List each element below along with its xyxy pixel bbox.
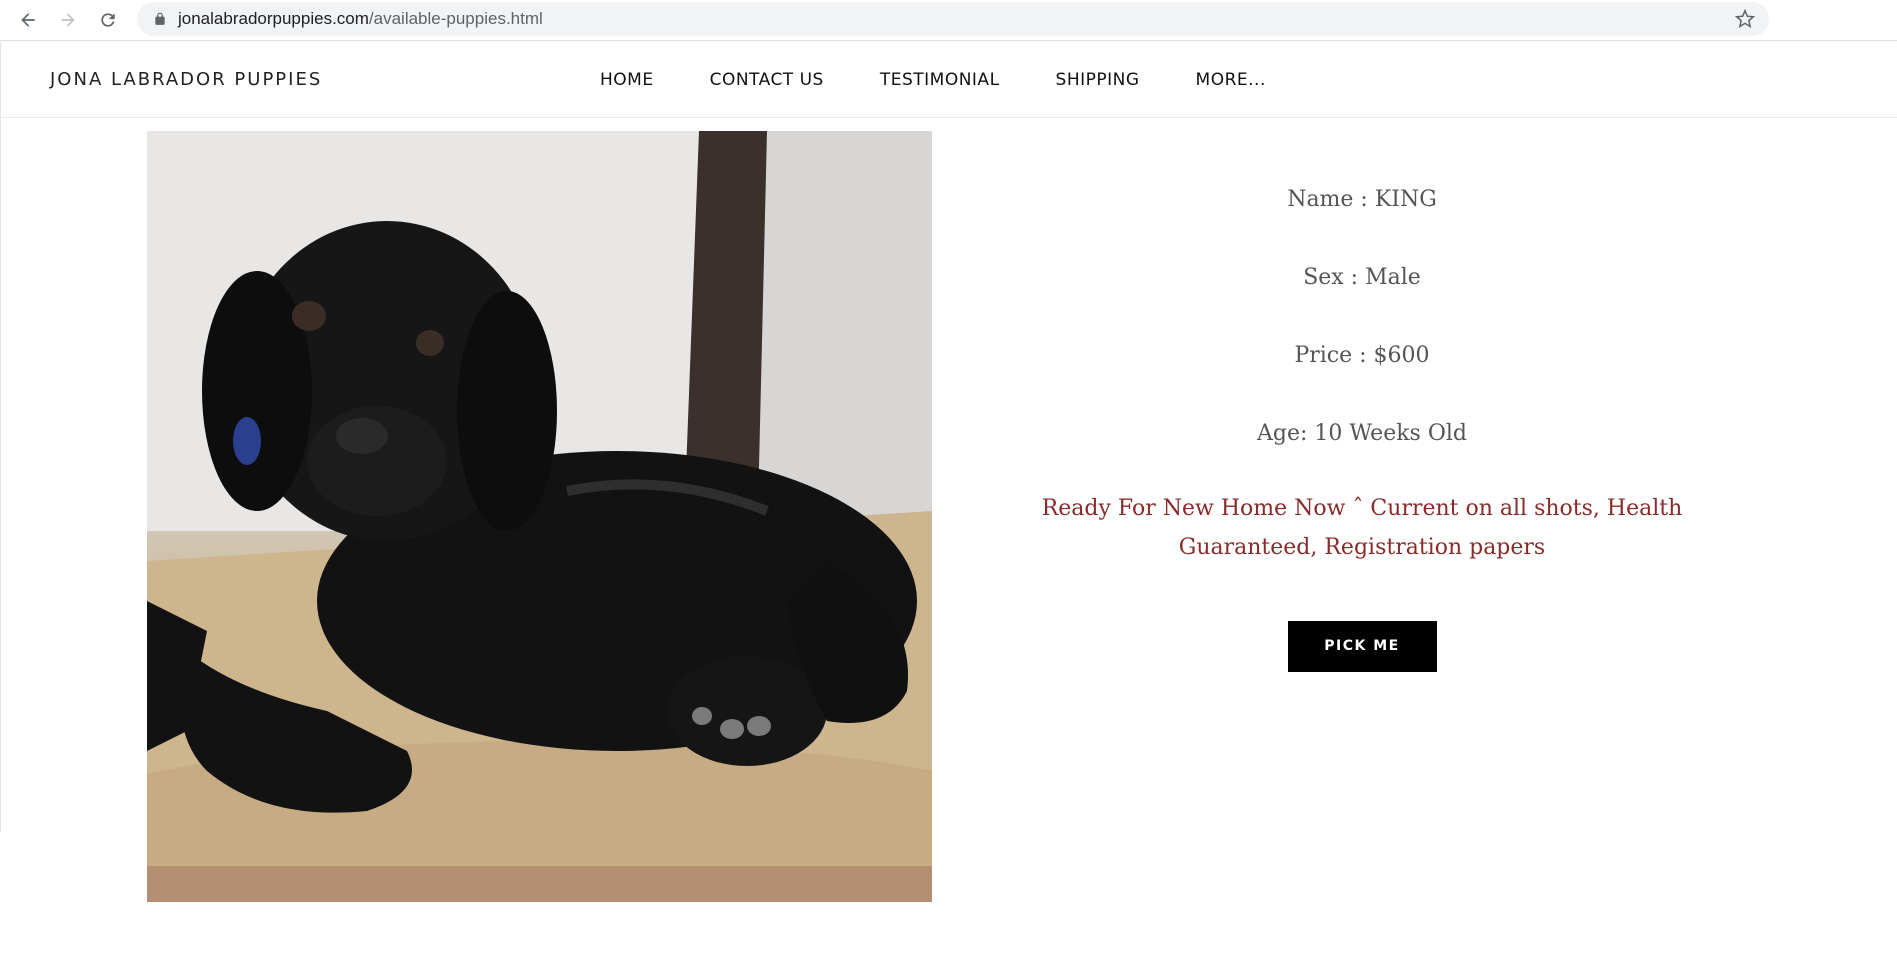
puppy-age: Age: 10 Weeks Old <box>1256 421 1467 446</box>
reload-button[interactable] <box>93 5 123 35</box>
arrow-left-icon <box>21 13 35 27</box>
nav-home[interactable]: HOME <box>600 70 654 90</box>
url-path: /available-puppies.html <box>368 9 543 28</box>
nav-contact-us[interactable]: CONTACT US <box>710 70 824 90</box>
back-button[interactable] <box>13 5 43 35</box>
browser-toolbar: jonalabradorpuppies.com/available-puppie… <box>0 0 1897 41</box>
arrow-right-icon <box>61 13 75 27</box>
reload-icon <box>101 13 115 27</box>
page-edge-divider <box>0 42 1 832</box>
puppy-details: Name : KING Sex : Male Price : $600 Age:… <box>980 177 1744 672</box>
main-nav: HOME CONTACT US TESTIMONIAL SHIPPING MOR… <box>600 42 1322 118</box>
url-text: jonalabradorpuppies.com/available-puppie… <box>178 2 543 36</box>
nav-shipping[interactable]: SHIPPING <box>1056 70 1140 90</box>
url-domain: jonalabradorpuppies.com <box>178 9 369 28</box>
puppy-photo <box>147 131 932 902</box>
pick-me-button[interactable]: PICK ME <box>1287 621 1437 672</box>
bookmark-star-icon[interactable] <box>1735 9 1755 29</box>
nav-more[interactable]: MORE... <box>1196 70 1266 90</box>
lock-icon <box>155 12 165 25</box>
site-header: JONA LABRADOR PUPPIES HOME CONTACT US TE… <box>0 42 1897 118</box>
puppy-name: Name : KING <box>1287 187 1437 212</box>
puppy-note: Ready For New Home Now ˆ Current on all … <box>1041 496 1683 560</box>
forward-button[interactable] <box>53 5 83 35</box>
address-bar[interactable]: jonalabradorpuppies.com/available-puppie… <box>137 2 1769 36</box>
site-brand[interactable]: JONA LABRADOR PUPPIES <box>50 42 322 118</box>
puppy-sex: Sex : Male <box>1303 265 1421 290</box>
puppy-price: Price : $600 <box>1294 343 1430 368</box>
nav-testimonial[interactable]: TESTIMONIAL <box>880 70 1000 90</box>
